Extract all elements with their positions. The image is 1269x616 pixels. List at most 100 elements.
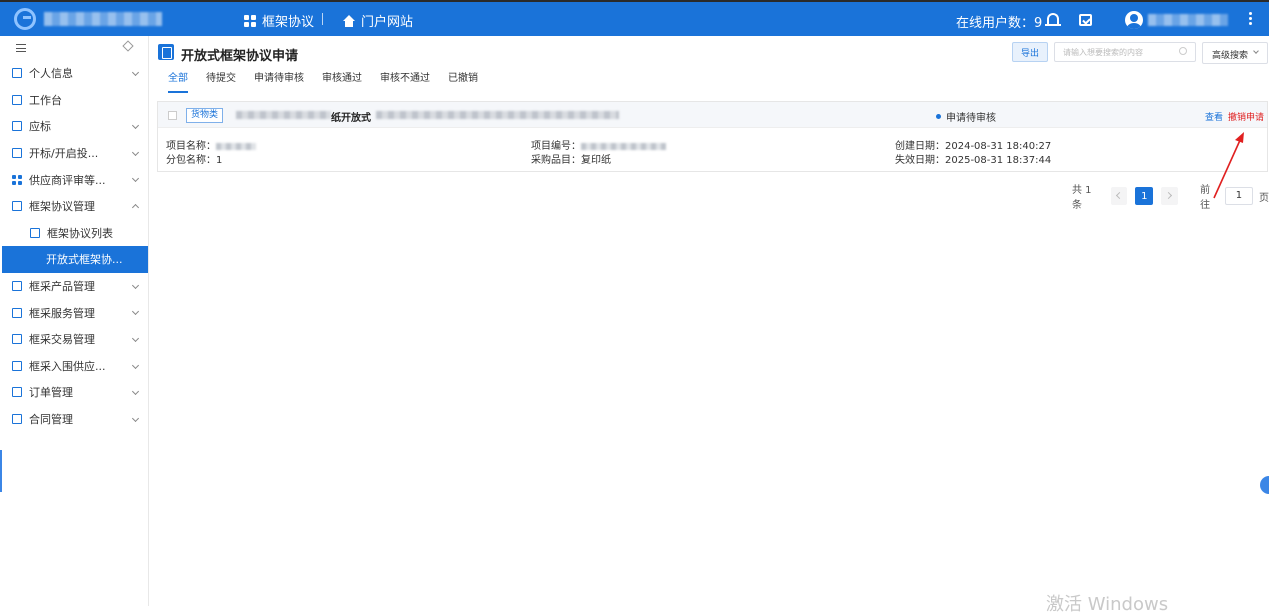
next-page-button[interactable] [1161,187,1179,205]
app-logo-icon[interactable] [14,8,36,30]
redacted-project-name-suffix [376,111,619,119]
redacted-username[interactable] [1148,14,1228,26]
nav-framework-label: 框架协议 [262,15,315,30]
sidebar-item-framework-agreement-mgmt[interactable]: 框架协议管理 [0,193,148,220]
search-placeholder: 请输入想要搜索的内容 [1063,48,1143,57]
subpackage-field: 分包名称：1 [166,151,222,166]
expire-date-field: 失效日期：2025-08-31 18:37:44 [895,151,1051,166]
goto-page-input[interactable]: 1 [1224,187,1254,205]
page-number-current[interactable]: 1 [1135,187,1154,205]
view-link[interactable]: 查看 [1205,110,1223,123]
sidebar-item-label: 合同管理 [29,413,73,427]
home-icon [343,14,355,27]
sidebar-item-contract-mgmt[interactable]: 合同管理 [0,406,148,433]
sidebar-item-label: 工作台 [29,93,62,107]
bell-icon[interactable] [1045,13,1061,26]
created-date-field: 创建日期：2024-08-31 18:40:27 [895,137,1051,152]
framework-agreement-list-icon [30,227,40,238]
chevron-down-icon [131,308,140,316]
card-header: 货物类 纸开放式 申请待审核 查看 撤销申请 [158,102,1267,128]
status-dot-icon [936,114,941,119]
sidebar-item-supplier-review[interactable]: 供应商评审等... [0,166,148,193]
sidebar-item-personal-info[interactable]: 个人信息 [0,60,148,87]
pin-icon[interactable] [122,40,134,52]
sidebar-item-order-mgmt[interactable]: 订单管理 [0,379,148,406]
sidebar-item-framework-agreement-list[interactable]: 框架协议列表 [0,220,148,247]
tab-pending-review[interactable]: 申请待审核 [254,69,304,93]
framework-shortlist-supplier-icon [12,360,22,371]
redacted-project-name [216,142,256,150]
prev-page-button[interactable] [1110,187,1128,205]
page-title: 开放式框架协议申请 [181,49,299,64]
user-avatar[interactable] [1125,11,1143,29]
sidebar-item-open-framework-agreement[interactable]: 开放式框架协... [2,246,148,273]
tab-approved[interactable]: 审核通过 [322,69,362,93]
main-content: 开放式框架协议申请 导出 请输入想要搜索的内容 高级搜索 全部 待提交 申请待审… [149,36,1269,606]
sidebar-item-framework-service-mgmt[interactable]: 框采服务管理 [0,299,148,326]
nav-divider [322,13,323,25]
sidebar-item-bidding[interactable]: 应标 [0,113,148,140]
sidebar-item-label: 订单管理 [29,386,73,400]
sidebar-item-label: 应标 [29,120,51,134]
sidebar-item-framework-shortlist-supplier[interactable]: 框采入围供应... [0,353,148,380]
hamburger-menu-icon[interactable] [16,44,26,52]
sidebar-item-label: 供应商评审等... [29,173,106,187]
sidebar-item-framework-product-mgmt[interactable]: 框采产品管理 [0,273,148,300]
category-label: 采购品目： [531,155,581,166]
tab-all[interactable]: 全部 [168,69,188,93]
sidebar-item-bid-opening[interactable]: 开标/开启投... [0,140,148,167]
chevron-down-icon [131,122,140,130]
chevron-down-icon [131,281,140,289]
status-text: 申请待审核 [946,113,996,124]
redacted-project-name-prefix [236,111,331,119]
search-icon[interactable] [1179,47,1187,55]
project-name-fragment: 纸开放式 [331,113,371,124]
nav-portal[interactable]: 门户网站 [343,11,413,30]
chevron-down-icon [131,68,140,77]
sidebar-item-framework-trade-mgmt[interactable]: 框采交易管理 [0,326,148,353]
left-edge-handle[interactable] [0,450,2,492]
tab-revoked[interactable]: 已撤销 [448,69,478,93]
sidebar-item-label: 框采服务管理 [29,306,95,320]
task-inbox-icon[interactable] [1079,14,1092,26]
subpackage-label: 分包名称： [166,155,216,166]
expire-value: 2025-08-31 18:37:44 [945,155,1052,166]
contract-mgmt-icon [12,414,22,425]
goto-label: 前往 [1200,185,1211,211]
chevron-down-icon [1253,48,1259,54]
sidebar-item-label: 开标/开启投... [29,147,99,161]
sidebar-item-label: 开放式框架协... [46,253,123,267]
document-icon [158,44,174,60]
supplier-review-icon [12,174,22,185]
search-input[interactable]: 请输入想要搜索的内容 [1054,42,1196,62]
sidebar-item-label: 个人信息 [29,67,73,81]
category-field: 采购品目：复印纸 [531,151,611,166]
order-mgmt-icon [12,387,22,398]
redacted-system-name [44,12,162,26]
workbench-icon [12,94,22,105]
online-users-count: 在线用户数：9 [956,16,1043,31]
tab-rejected[interactable]: 审核不通过 [380,69,430,93]
row-checkbox[interactable] [168,111,177,120]
sidebar-item-label: 框架协议管理 [29,200,95,214]
nav-framework-agreement[interactable]: 框架协议 [244,11,314,30]
framework-product-mgmt-icon [12,281,22,292]
status-badge: 申请待审核 [936,109,996,124]
expire-label: 失效日期： [895,155,945,166]
revoke-application-link[interactable]: 撤销申请 [1228,110,1264,123]
pagination: 共 1 条 1 前往 1 页 [1072,181,1269,211]
sidebar: 个人信息工作台应标开标/开启投... 供应商评审等... 框架协议管理框架协议列表开… [0,36,149,606]
tab-pending-submit[interactable]: 待提交 [206,69,236,93]
bidding-icon [12,121,22,132]
framework-service-mgmt-icon [12,307,22,318]
total-count: 共 1 条 [1072,185,1092,211]
framework-trade-mgmt-icon [12,334,22,345]
application-card: 货物类 纸开放式 申请待审核 查看 撤销申请 项目名称： 分包名称：1 项目编号… [157,101,1268,172]
sidebar-item-workbench[interactable]: 工作台 [0,87,148,114]
advanced-search-button[interactable]: 高级搜索 [1202,42,1268,64]
export-button[interactable]: 导出 [1012,42,1048,62]
redacted-project-no [581,142,666,150]
page-suffix: 页 [1259,192,1269,204]
more-menu-icon[interactable] [1249,12,1253,28]
chevron-down-icon [131,414,140,422]
